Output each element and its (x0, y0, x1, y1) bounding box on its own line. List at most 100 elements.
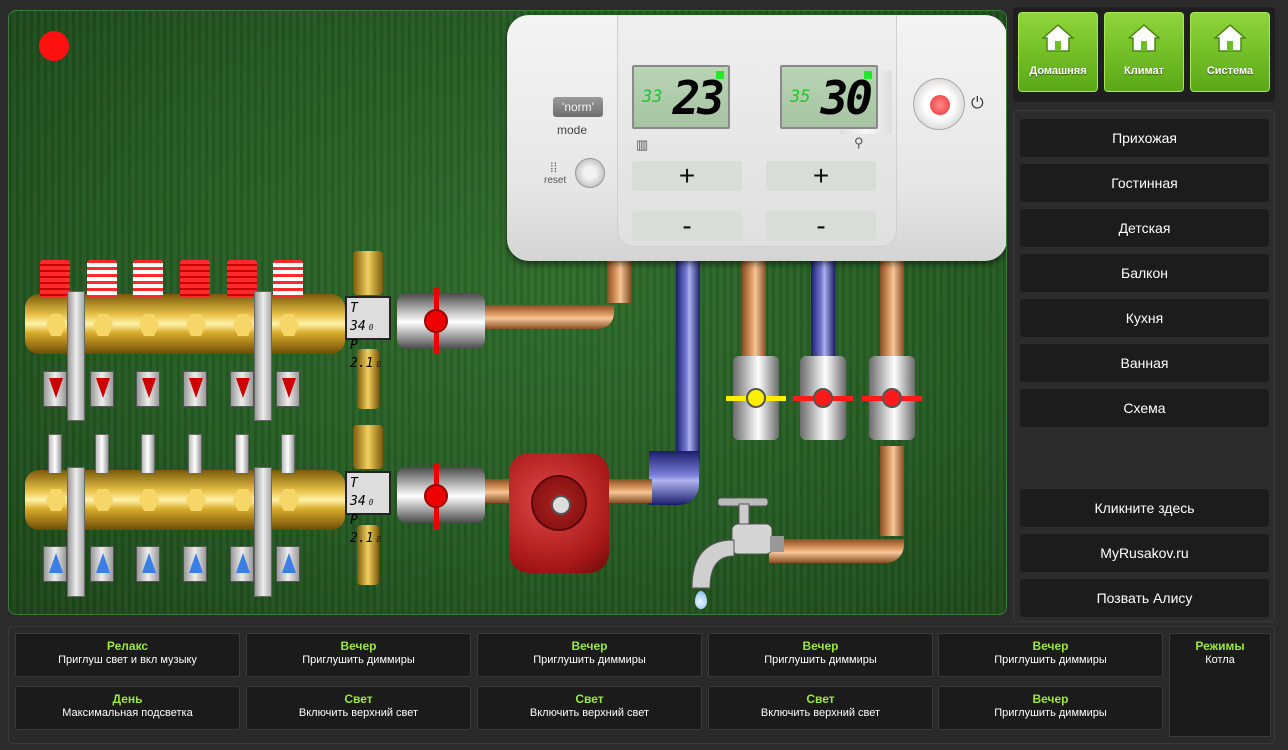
manifold-flowmeter (281, 434, 295, 474)
boiler-modes-button[interactable]: Режимы Котла (1169, 633, 1271, 737)
scene-button[interactable]: Свет Включить верхний свет (477, 686, 702, 730)
heating-temperature: 23 (672, 71, 725, 125)
valve-indicator (424, 484, 448, 508)
copper-pipe (769, 539, 904, 563)
arrow-up-icon (282, 553, 296, 573)
radiator-icon: ▥ (636, 137, 649, 152)
valve-indicator (424, 309, 448, 333)
air-vent (353, 425, 383, 469)
scene-button[interactable]: Вечер Приглушить диммиры (477, 633, 702, 677)
house-icon (1213, 24, 1247, 52)
scene-title: Свет (806, 692, 835, 706)
temperature-readout: T 34 (350, 476, 366, 509)
heating-scheme-panel: T 34 0 P 2.1 B T 34 0 P 2.1 B 'norm' mod… (8, 10, 1007, 615)
arrow-down-icon (49, 378, 63, 398)
arrow-down-icon (96, 378, 110, 398)
outflow-indicator (276, 371, 300, 407)
inflow-indicator (90, 546, 114, 582)
water-minus-button[interactable]: - (766, 211, 876, 241)
inflow-indicator (276, 546, 300, 582)
temperature-readout: T 34 (350, 301, 366, 334)
nav-tile-label: Климат (1124, 65, 1164, 77)
water-temperature: 30 (820, 71, 873, 125)
room-button-balcony[interactable]: Балкон (1020, 254, 1269, 292)
room-button-hallway[interactable]: Прихожая (1020, 119, 1269, 157)
reset-button[interactable] (575, 158, 605, 188)
scene-subtitle: Максимальная подсветка (62, 707, 193, 719)
unit-label: 0 (368, 498, 374, 507)
supply-meter: T 34 0 P 2.1 B (345, 296, 391, 371)
scene-button[interactable]: Вечер Приглушить диммиры (708, 633, 933, 677)
power-indicator (930, 95, 950, 115)
nav-tile-label: Домашняя (1029, 65, 1087, 77)
link-button-site[interactable]: MyRusakov.ru (1020, 534, 1269, 572)
scene-subtitle: Включить верхний свет (529, 707, 650, 719)
water-plus-button[interactable]: + (766, 161, 876, 191)
scene-button[interactable]: День Максимальная подсветка (15, 686, 240, 730)
nav-tile-home[interactable]: Домашняя (1018, 12, 1098, 92)
mode-label: mode (557, 123, 588, 137)
nav-tile-climate[interactable]: Климат (1104, 12, 1184, 92)
inflow-indicator (43, 546, 67, 582)
room-button-kids[interactable]: Детская (1020, 209, 1269, 247)
scene-title: День (112, 692, 143, 706)
manifold-cap[interactable] (87, 260, 117, 298)
arrow-up-icon (142, 553, 156, 573)
manifold-flowmeter (48, 434, 62, 474)
blue-pipe (676, 261, 700, 461)
scene-subtitle: Включить верхний свет (760, 707, 881, 719)
manifold-cap[interactable] (273, 260, 303, 298)
modes-title: Режимы (1195, 639, 1245, 653)
water-display: 35 30 (780, 65, 878, 129)
arrow-down-icon (282, 378, 296, 398)
manifold-cap[interactable] (133, 260, 163, 298)
circulation-pump[interactable] (509, 453, 609, 573)
manifold-flowmeter (188, 434, 202, 474)
water-drop-icon (695, 591, 707, 609)
heating-display: 33 23 (632, 65, 730, 129)
inflow-indicator (230, 546, 254, 582)
scene-button[interactable]: Релакс Приглуш свет и вкл музыку (15, 633, 240, 677)
nav-tile-label: Система (1206, 65, 1254, 77)
manifold-bracket (254, 467, 272, 597)
scene-button[interactable]: Вечер Приглушить диммиры (938, 686, 1163, 730)
inflow-indicator (183, 546, 207, 582)
manifold-flowmeter (235, 434, 249, 474)
heating-plus-button[interactable]: + (632, 161, 742, 191)
manifold-cap[interactable] (180, 260, 210, 298)
outflow-indicator (230, 371, 254, 407)
room-button-kitchen[interactable]: Кухня (1020, 299, 1269, 337)
ball-valve-cold[interactable] (793, 356, 853, 440)
arrow-up-icon (96, 553, 110, 573)
scene-button[interactable]: Свет Включить верхний свет (246, 686, 471, 730)
scene-title: Релакс (106, 639, 149, 653)
scene-subtitle: Приглушить диммиры (764, 654, 877, 666)
ball-valve-heating[interactable] (726, 356, 786, 440)
scene-button[interactable]: Вечер Приглушить диммиры (938, 633, 1163, 677)
ball-valve-hot[interactable] (862, 356, 922, 440)
copper-pipe (607, 261, 631, 303)
link-button-click-here[interactable]: Кликните здесь (1020, 489, 1269, 527)
nav-tile-system[interactable]: Система (1190, 12, 1270, 92)
scene-subtitle: Приглушить диммиры (994, 654, 1107, 666)
arrow-up-icon (189, 553, 203, 573)
heating-setpoint: 33 (642, 87, 663, 107)
room-button-scheme[interactable]: Схема (1020, 389, 1269, 427)
scene-button[interactable]: Вечер Приглушить диммиры (246, 633, 471, 677)
mode-button[interactable]: 'norm' (553, 97, 603, 117)
scene-button[interactable]: Свет Включить верхний свет (708, 686, 933, 730)
power-button[interactable] (913, 78, 965, 130)
faucet-icon[interactable] (684, 496, 784, 606)
link-button-alice[interactable]: Позвать Алису (1020, 579, 1269, 617)
heating-minus-button[interactable]: - (632, 211, 742, 241)
room-button-living[interactable]: Гостинная (1020, 164, 1269, 202)
boiler-control-panel: 33 23 35 30 ▥ ⚲ + + - - (617, 15, 897, 247)
record-indicator (39, 31, 69, 61)
manifold-cap[interactable] (40, 260, 70, 298)
arrow-up-icon (49, 553, 63, 573)
return-meter: T 34 0 P 2.1 B (345, 471, 391, 546)
manifold-cap[interactable] (227, 260, 257, 298)
unit-label: B (376, 535, 382, 544)
copper-pipe (880, 261, 904, 361)
room-button-bathroom[interactable]: Ванная (1020, 344, 1269, 382)
